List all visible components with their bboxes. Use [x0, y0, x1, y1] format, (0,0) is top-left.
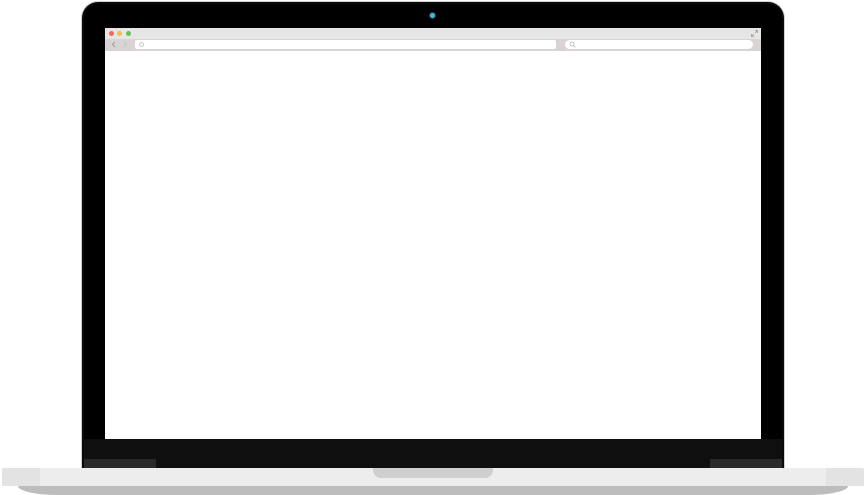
- forward-arrow-icon: [123, 41, 128, 48]
- lid-opening-notch: [373, 468, 493, 478]
- globe-icon: [139, 42, 144, 47]
- base-bottom: [18, 486, 848, 495]
- camera-icon: [430, 13, 435, 18]
- back-arrow-icon: [111, 41, 116, 48]
- expand-icon[interactable]: [751, 30, 758, 37]
- browser-viewport: [105, 51, 761, 439]
- screen-chin: [84, 439, 782, 468]
- zoom-window-button[interactable]: [126, 31, 131, 36]
- laptop-screen: [105, 28, 761, 439]
- forward-button[interactable]: [121, 40, 129, 49]
- browser-title-bar: [105, 28, 761, 39]
- url-input[interactable]: [135, 40, 556, 49]
- search-icon: [569, 41, 576, 48]
- hinge-right: [710, 459, 782, 468]
- minimize-window-button[interactable]: [117, 31, 122, 36]
- close-window-button[interactable]: [109, 31, 114, 36]
- browser-toolbar: [105, 39, 761, 51]
- search-input[interactable]: [565, 40, 753, 49]
- back-button[interactable]: [110, 40, 118, 49]
- hinge-left: [84, 459, 156, 468]
- laptop-mockup: [0, 0, 866, 495]
